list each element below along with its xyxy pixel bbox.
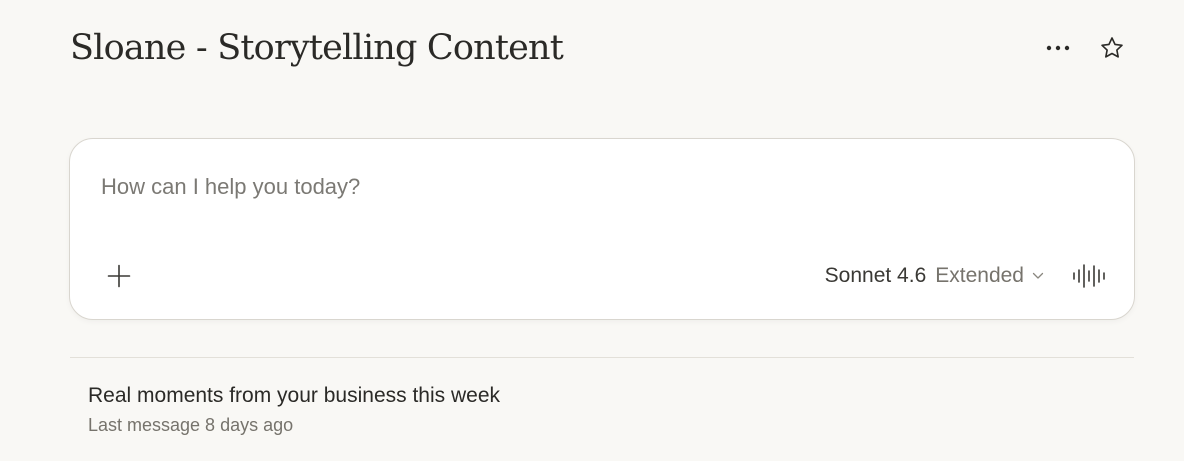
star-button[interactable] xyxy=(1094,30,1130,66)
header-actions xyxy=(1040,30,1130,66)
composer-controls: Sonnet 4.6 Extended xyxy=(825,257,1108,295)
attach-button[interactable] xyxy=(100,257,138,295)
project-title: Sloane - Storytelling Content xyxy=(70,28,564,68)
model-selector[interactable]: Sonnet 4.6 Extended xyxy=(825,264,1044,288)
chat-last-message-time: Last message 8 days ago xyxy=(88,415,294,435)
star-icon xyxy=(1101,37,1123,58)
prompt-input[interactable] xyxy=(101,171,1081,203)
plus-icon xyxy=(107,264,131,288)
chevron-down-icon xyxy=(1032,272,1044,280)
voice-mode-button[interactable] xyxy=(1070,257,1108,295)
divider xyxy=(70,357,1134,358)
project-header: Sloane - Storytelling Content xyxy=(70,26,1130,74)
more-options-button[interactable] xyxy=(1040,30,1076,66)
chat-list-item[interactable]: Real moments from your business this wee… xyxy=(88,380,1128,442)
model-mode: Extended xyxy=(935,264,1024,287)
voice-waveform-icon xyxy=(1073,264,1105,288)
more-options-icon xyxy=(1046,45,1070,51)
message-composer: Sonnet 4.6 Extended xyxy=(69,138,1135,320)
model-name: Sonnet 4.6 xyxy=(824,264,927,287)
chat-title: Real moments from your business this wee… xyxy=(88,384,500,407)
